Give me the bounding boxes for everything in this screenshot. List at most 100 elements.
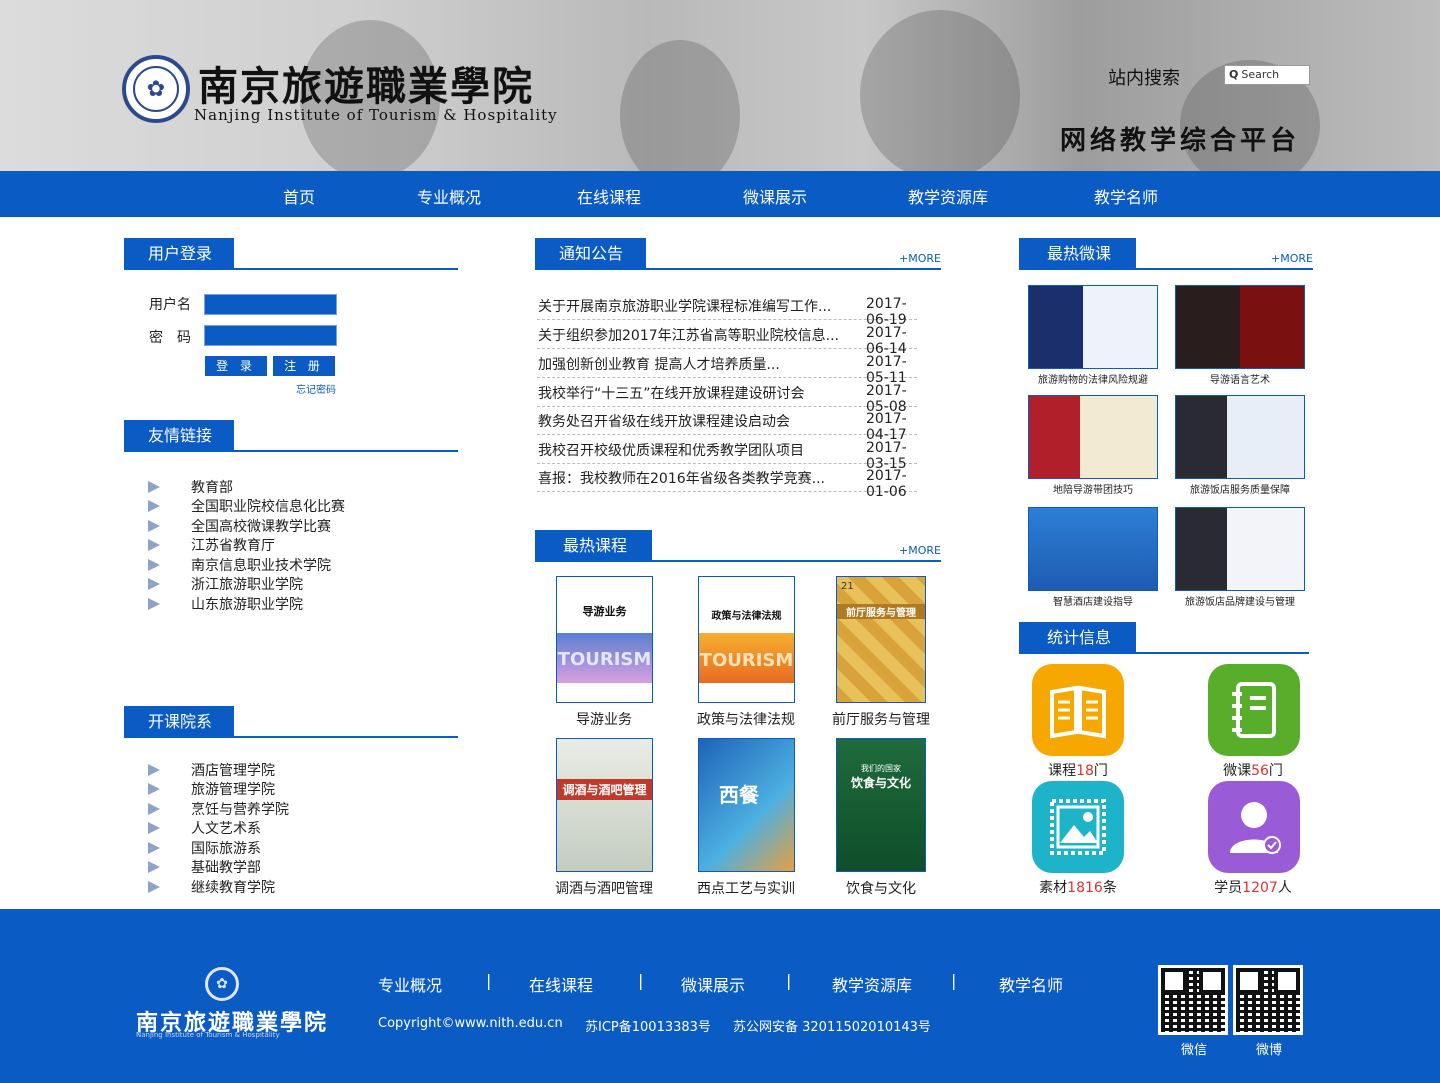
notice-item[interactable]: 我校召开校级优质课程和优秀教学团队项目 2017-03-15 [537, 435, 917, 472]
course-cover: 21 前厅服务与管理 [836, 576, 926, 703]
cover-title: 调酒与酒吧管理 [557, 779, 652, 800]
footer-nav-separator: | [786, 971, 792, 990]
hot-videos-more-link[interactable]: +MORE [1271, 252, 1313, 265]
register-button[interactable]: 注 册 [273, 356, 335, 376]
login-section-header: 用户登录 [124, 238, 458, 270]
department-item[interactable]: 基础教学部 [148, 858, 289, 878]
department-item[interactable]: 人文艺术系 [148, 819, 289, 839]
hot-courses-title: 最热课程 [535, 530, 652, 562]
video-title: 导游语言艺术 [1210, 375, 1270, 386]
nav-major-overview[interactable]: 专业概况 [417, 184, 481, 208]
department-item[interactable]: 烹饪与营养学院 [148, 799, 289, 819]
course-cover: 西餐 [698, 738, 795, 872]
cover-title: 饮食与文化 [850, 776, 911, 790]
cover-subtitle: TOURISM [557, 649, 652, 670]
school-logo-emblem[interactable]: ✿ [122, 55, 190, 123]
stats-header: 统计信息 [1019, 622, 1309, 654]
stats-title: 统计信息 [1019, 622, 1136, 654]
departments-list: 酒店管理学院 旅游管理学院 烹饪与营养学院 人文艺术系 国际旅游系 基础教学部 … [148, 760, 289, 897]
stat-label: 素材1816条 [1039, 880, 1117, 896]
site-search-label: 站内搜索 [1108, 68, 1180, 89]
friend-link-item[interactable]: 全国职业院校信息化比赛 [148, 497, 345, 517]
department-item[interactable]: 继续教育学院 [148, 877, 289, 897]
cover-title: 前厅服务与管理 [837, 604, 925, 619]
forgot-password-link[interactable]: 忘记密码 [296, 381, 336, 396]
friend-link-item[interactable]: 江苏省教育厅 [148, 536, 345, 556]
friend-link-item[interactable]: 南京信息职业技术学院 [148, 555, 345, 575]
school-name-cn: 南京旅遊職業學院 [198, 63, 534, 110]
friend-link-label: 南京信息职业技术学院 [191, 557, 331, 574]
nav-home[interactable]: 首页 [283, 184, 315, 208]
password-label: 密 码 [149, 330, 191, 346]
login-title: 用户登录 [124, 238, 234, 270]
wechat-qr-code[interactable] [1158, 965, 1228, 1035]
nav-micro-lessons[interactable]: 微课展示 [743, 184, 807, 208]
department-item[interactable]: 旅游管理学院 [148, 780, 289, 800]
cover-title: 政策与法律法规 [711, 611, 782, 622]
course-cover: 政策与法律法规 TOURISM [698, 576, 795, 703]
notice-item[interactable]: 教务处召开省级在线开放课程建设启动会 2017-04-17 [537, 406, 917, 443]
notice-title: 喜报：我校教师在2016年省级各类教学竞赛... [538, 471, 825, 487]
footer-nav-famous-teachers[interactable]: 教学名师 [999, 972, 1063, 996]
friend-link-item[interactable]: 山东旅游职业学院 [148, 594, 345, 614]
search-icon: Q [1229, 68, 1239, 81]
emblem-icon: ✿ [133, 66, 179, 112]
weibo-qr-code[interactable] [1233, 965, 1303, 1035]
login-button[interactable]: 登 录 [205, 356, 267, 376]
username-field[interactable] [204, 294, 337, 315]
password-field[interactable] [204, 325, 337, 346]
arrow-icon [148, 763, 162, 777]
footer-logo-emblem-icon: ✿ [205, 967, 239, 1001]
friend-link-item[interactable]: 教育部 [148, 477, 345, 497]
notice-item[interactable]: 加强创新创业教育 提高人才培养质量... 2017-05-11 [537, 349, 917, 386]
arrow-icon [148, 558, 162, 572]
nav-resource-library[interactable]: 教学资源库 [908, 184, 988, 208]
footer-police-record: 苏公网安备 32011502010143号 [733, 1020, 931, 1035]
hot-courses-header: 最热课程 +MORE [535, 530, 941, 562]
nav-online-courses[interactable]: 在线课程 [577, 184, 641, 208]
friend-links-header: 友情链接 [124, 420, 458, 452]
search-placeholder: Search [1241, 68, 1280, 81]
video-thumbnail [1028, 507, 1158, 591]
footer-nav-online-courses[interactable]: 在线课程 [529, 972, 593, 996]
notice-item[interactable]: 关于组织参加2017年江苏省高等职业院校信息... 2017-06-14 [537, 320, 917, 357]
department-label: 烹饪与营养学院 [191, 801, 289, 818]
school-name-en: Nanjing Institute of Tourism & Hospitali… [194, 106, 558, 124]
course-cover: 我们的国家 饮食与文化 [836, 738, 926, 872]
header-banner: ✿ 南京旅遊職業學院 Nanjing Institute of Tourism … [0, 0, 1440, 171]
footer-school-name-en: Nanjing Institute of Tourism & Hospitali… [136, 1031, 280, 1039]
notice-item[interactable]: 我校举行“十三五”在线开放课程建设研讨会 2017-05-08 [537, 378, 917, 415]
arrow-icon [148, 499, 162, 513]
arrow-icon [148, 860, 162, 874]
friend-link-item[interactable]: 全国高校微课教学比赛 [148, 516, 345, 536]
course-cover: 导游业务 TOURISM [556, 576, 653, 703]
footer-nav-resource-library[interactable]: 教学资源库 [832, 972, 912, 996]
footer-nav-separator: | [486, 971, 492, 990]
notice-item[interactable]: 关于开展南京旅游职业学院课程标准编写工作... 2017-06-19 [537, 291, 917, 328]
stat-label: 学员1207人 [1214, 880, 1292, 896]
notice-item[interactable]: 喜报：我校教师在2016年省级各类教学竞赛... 2017-01-06 [537, 463, 917, 500]
notices-more-link[interactable]: +MORE [899, 252, 941, 265]
department-label: 继续教育学院 [191, 879, 275, 896]
department-item[interactable]: 酒店管理学院 [148, 760, 289, 780]
main-nav: 首页 专业概况 在线课程 微课展示 教学资源库 教学名师 [0, 171, 1440, 217]
course-name: 饮食与文化 [846, 881, 916, 897]
arrow-icon [148, 480, 162, 494]
user-icon [1208, 781, 1300, 873]
footer-nav-micro-lessons[interactable]: 微课展示 [681, 972, 745, 996]
nav-famous-teachers[interactable]: 教学名师 [1094, 184, 1158, 208]
hot-courses-more-link[interactable]: +MORE [899, 544, 941, 557]
department-item[interactable]: 国际旅游系 [148, 838, 289, 858]
footer-nav-separator: | [638, 971, 644, 990]
stat-label: 课程18门 [1048, 763, 1108, 779]
friend-link-item[interactable]: 浙江旅游职业学院 [148, 575, 345, 595]
notice-title: 关于组织参加2017年江苏省高等职业院校信息... [538, 328, 839, 344]
arrow-icon [148, 597, 162, 611]
image-icon [1032, 781, 1124, 873]
friend-link-label: 全国职业院校信息化比赛 [191, 499, 345, 516]
footer-nav-major-overview[interactable]: 专业概况 [378, 972, 442, 996]
friend-link-label: 浙江旅游职业学院 [191, 577, 303, 594]
course-cover: 调酒与酒吧管理 [556, 738, 653, 872]
search-input[interactable]: Q Search [1224, 65, 1310, 85]
video-thumbnail [1175, 507, 1305, 591]
